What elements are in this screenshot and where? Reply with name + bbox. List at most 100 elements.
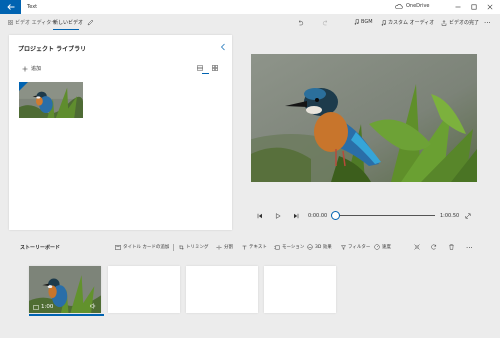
more-options-label: ... — [484, 17, 491, 25]
3d-effects-label: 3D 効果 — [315, 245, 332, 250]
chevron-left-icon — [221, 43, 225, 51]
maximize-icon — [471, 4, 477, 10]
text-label: テキスト — [249, 245, 267, 250]
tab-video-editor-label: ビデオ エディター — [15, 20, 57, 26]
3d-effects-icon — [307, 244, 313, 250]
play-icon — [275, 213, 281, 219]
seek-bar[interactable] — [335, 215, 435, 216]
bgm-button[interactable]: BGM — [354, 19, 373, 25]
kingfisher-preview-image — [251, 54, 477, 182]
grid-view-icon — [211, 65, 218, 71]
title-bar: Text OneDrive — [0, 0, 500, 14]
custom-audio-button[interactable]: カスタム オーディオ — [381, 19, 434, 26]
trim-button[interactable]: トリミング — [179, 244, 209, 250]
trim-label: トリミング — [186, 245, 209, 250]
video-clip-icon — [33, 304, 39, 310]
undo-icon — [298, 20, 303, 26]
add-media-button[interactable]: 追加 — [22, 65, 41, 72]
expand-icon — [465, 213, 471, 219]
filter-label: フィルター — [348, 245, 371, 250]
minimize-button[interactable] — [453, 3, 463, 11]
collapse-library-button[interactable] — [220, 43, 226, 51]
clip-duration: 1:00 — [33, 304, 53, 310]
add-media-label: 追加 — [31, 66, 42, 72]
storyboard-empty-slot[interactable] — [186, 266, 258, 313]
tab-new-video-label: 新しいビデオ — [53, 20, 84, 26]
onedrive-status[interactable]: OneDrive — [395, 3, 430, 9]
previous-frame-button[interactable] — [255, 211, 265, 221]
play-button[interactable] — [273, 211, 283, 221]
split-icon — [216, 244, 222, 250]
crop-icon — [414, 244, 420, 250]
toolbar-separator — [173, 244, 174, 251]
text-icon — [242, 245, 247, 250]
redo-icon — [322, 20, 327, 26]
music-note-icon — [354, 19, 359, 25]
back-arrow-icon — [6, 4, 14, 10]
kingfisher-thumbnail-image — [19, 82, 83, 118]
minimize-icon — [455, 6, 461, 8]
title-card-icon — [115, 244, 121, 250]
delete-button[interactable] — [449, 244, 454, 250]
pencil-icon — [87, 19, 93, 26]
fullscreen-button[interactable] — [463, 211, 473, 221]
app-title: Text — [27, 4, 38, 10]
next-frame-button[interactable] — [291, 211, 301, 221]
skip-forward-icon — [294, 213, 299, 219]
grid-view-button[interactable] — [210, 64, 219, 72]
redo-button[interactable] — [320, 18, 330, 27]
cloud-icon — [395, 3, 403, 9]
tab-new-video[interactable]: 新しいビデオ — [53, 19, 83, 26]
library-video-thumbnail[interactable] — [19, 82, 83, 118]
close-button[interactable] — [485, 3, 495, 11]
list-view-button[interactable] — [195, 64, 204, 72]
video-preview[interactable] — [251, 54, 477, 182]
finish-video-button[interactable]: ビデオの完了 — [441, 19, 479, 26]
split-button[interactable]: 分割 — [216, 244, 233, 250]
list-view-icon — [196, 65, 203, 71]
library-title: プロジェクト ライブラリ — [18, 46, 87, 53]
view-selection-indicator — [202, 73, 209, 74]
speaker-icon — [90, 303, 96, 309]
storyboard-empty-slot[interactable] — [108, 266, 180, 313]
rotate-button[interactable] — [431, 244, 437, 250]
bgm-label: BGM — [361, 19, 373, 25]
motion-label: モーション — [282, 245, 305, 250]
storyboard-more-button[interactable]: ... — [466, 242, 473, 250]
3d-effects-button[interactable]: 3D 効果 — [307, 244, 332, 250]
remove-black-bars-button[interactable] — [414, 244, 420, 250]
finish-video-label: ビデオの完了 — [449, 20, 480, 26]
storyboard-clip[interactable]: 1:00 — [29, 266, 101, 313]
filter-button[interactable]: フィルター — [341, 244, 370, 250]
speed-button[interactable]: 速度 — [374, 244, 391, 250]
storyboard-empty-slot[interactable] — [264, 266, 336, 313]
add-title-card-button[interactable]: タイトル カードの追加 — [115, 244, 169, 250]
total-time: 1:00.50 — [440, 213, 460, 219]
project-library-panel: プロジェクト ライブラリ 追加 — [9, 35, 232, 230]
text-button[interactable]: テキスト — [242, 244, 267, 250]
seek-thumb[interactable] — [331, 211, 340, 220]
music-note-icon — [381, 19, 386, 26]
rename-button[interactable] — [85, 18, 95, 27]
custom-audio-label: カスタム オーディオ — [388, 20, 435, 26]
motion-icon — [274, 245, 280, 249]
storyboard-more-label: ... — [466, 242, 473, 250]
back-button[interactable] — [0, 0, 21, 14]
add-title-card-label: タイトル カードの追加 — [123, 245, 170, 250]
motion-button[interactable]: モーション — [274, 244, 304, 250]
split-label: 分割 — [224, 245, 233, 250]
undo-button[interactable] — [295, 18, 305, 27]
filter-icon — [341, 244, 346, 250]
close-icon — [487, 4, 493, 10]
export-icon — [441, 19, 447, 26]
onedrive-label: OneDrive — [406, 3, 430, 9]
more-options-button[interactable]: ... — [484, 17, 491, 25]
trash-icon — [449, 244, 454, 250]
maximize-button[interactable] — [469, 3, 479, 11]
tab-video-editor[interactable]: ビデオ エディター — [8, 19, 56, 26]
active-tab-indicator — [53, 29, 79, 30]
clip-volume-button[interactable] — [90, 303, 97, 309]
skip-back-icon — [257, 213, 262, 219]
plus-icon — [22, 66, 28, 71]
selected-corner-indicator — [19, 82, 28, 91]
